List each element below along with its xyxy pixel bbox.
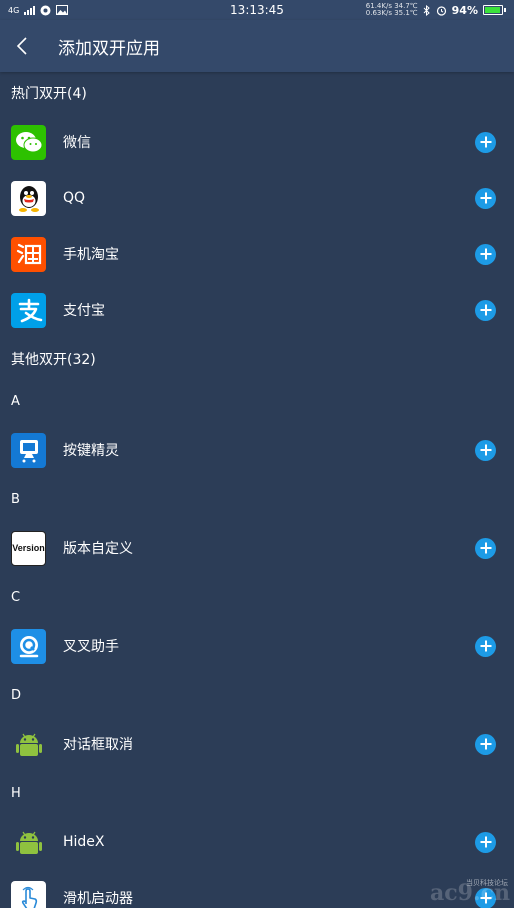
app-name: 按键精灵 [63,443,119,459]
letter-header-a: A [11,393,20,409]
xx-assistant-icon [11,628,46,664]
app-name: 支付宝 [63,303,105,319]
battery-percent: 94% [451,3,478,17]
add-button[interactable] [475,243,496,265]
version-icon-text: Version [12,543,45,553]
net-speed-down: 0.63K/s 35.1℃ [365,9,418,17]
app-name: 手机淘宝 [63,247,119,263]
android-icon [11,727,46,762]
taobao-icon [11,236,46,272]
list-item[interactable]: HideX [0,814,514,870]
status-left: 4G [8,5,69,16]
list-item[interactable]: 微信 [0,114,514,170]
letter-header-d: D [11,687,22,703]
net-speed: 61.4K/s 34.7℃ 0.63K/s 35.1℃ [366,3,418,17]
app-name: 叉叉助手 [63,639,119,655]
app-list[interactable]: 热门双开(4) 微信 QQ 手机淘宝 支付宝 其他双开(32) A 按键精灵 B… [0,72,514,908]
bluetooth-icon [423,4,430,16]
status-right: 61.4K/s 34.7℃ 0.63K/s 35.1℃ 94% [366,3,506,17]
list-item[interactable]: 对话框取消 [0,716,514,772]
android-icon [11,825,46,860]
section-header-hot: 热门双开(4) [11,86,87,102]
list-item[interactable]: Version 版本自定义 [0,520,514,576]
app-name: 版本自定义 [63,541,133,557]
alarm-icon [436,5,446,16]
section-header-other: 其他双开(32) [11,352,96,368]
add-button[interactable] [475,131,496,153]
add-button[interactable] [475,439,496,461]
watermark: ac9.cn [429,880,510,906]
version-diy-icon: Version [11,530,46,566]
alipay-icon [11,292,46,328]
list-item[interactable]: 按键精灵 [0,422,514,478]
app-name: 滑机启动器 [63,891,133,907]
qq-icon [11,180,46,216]
wechat-icon [11,124,46,160]
chevron-left-icon [16,37,27,55]
location-icon [40,5,51,15]
app-name: HideX [63,834,105,850]
add-button[interactable] [475,635,496,657]
image-icon [56,5,69,15]
touch-hand-icon [11,880,46,908]
page-title: 添加双开应用 [58,38,160,59]
add-button[interactable] [475,537,496,559]
battery-fill [485,7,501,13]
add-button[interactable] [475,187,496,209]
letter-header-h: H [11,785,21,801]
battery-icon [483,5,506,15]
list-item[interactable]: 手机淘宝 [0,226,514,282]
app-name: 微信 [63,135,91,151]
network-type: 4G [8,5,20,15]
app-name: 对话框取消 [63,737,133,753]
letter-header-c: C [11,589,21,605]
app-bar: 添加双开应用 [0,20,514,72]
letter-header-b: B [11,491,20,507]
app-name: QQ [63,190,86,206]
status-bar: 4G 13:13:45 61.4K/s 34.7℃ 0.63K/s 35.1℃ … [0,0,514,20]
add-button[interactable] [475,831,496,853]
add-button[interactable] [475,733,496,755]
list-item[interactable]: 支付宝 [0,282,514,338]
back-button[interactable] [0,20,44,72]
list-item[interactable]: QQ [0,170,514,226]
monitor-icon [11,432,46,468]
list-item[interactable]: 叉叉助手 [0,618,514,674]
add-button[interactable] [475,299,496,321]
signal-icon [24,5,36,15]
